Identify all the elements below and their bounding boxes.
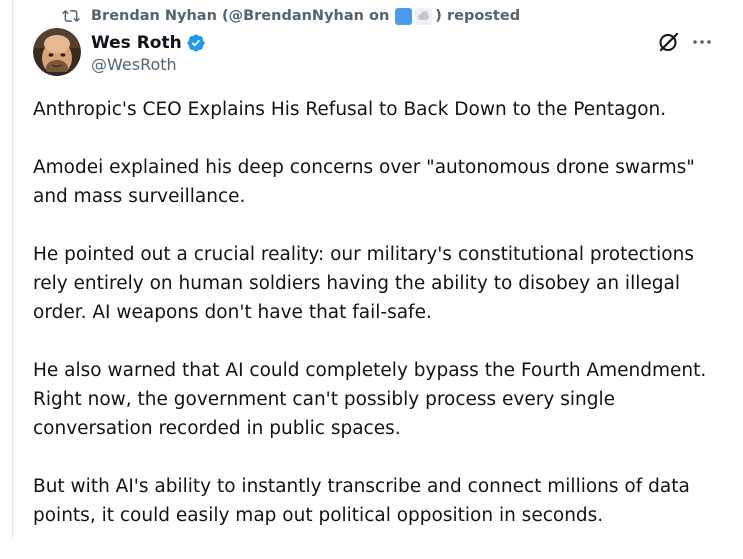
author-display-name[interactable]: Wes Roth — [91, 33, 182, 53]
author-name-row[interactable]: Wes Roth — [91, 31, 206, 55]
more-options-icon[interactable] — [690, 30, 714, 54]
repost-context[interactable]: Brendan Nyhan (@BrendanNyhan on ) repost… — [61, 6, 520, 26]
repost-attribution[interactable]: Brendan Nyhan (@BrendanNyhan on — [91, 8, 389, 24]
repost-icon — [61, 6, 81, 26]
post-card[interactable]: Brendan Nyhan (@BrendanNyhan on ) repost… — [12, 0, 743, 540]
post-paragraph: But with AI's ability to instantly trans… — [33, 476, 690, 526]
author-handle[interactable]: @WesRoth — [91, 55, 177, 74]
blue-square-emoji — [395, 7, 413, 25]
post-body: Anthropic's CEO Explains His Refusal to … — [33, 95, 733, 559]
cloud-emoji — [415, 7, 433, 25]
post-paragraph: He also warned that AI could completely … — [33, 360, 707, 439]
post-paragraph: He pointed out a crucial reality: our mi… — [33, 244, 694, 323]
post-paragraph: Amodei explained his deep concerns over … — [33, 157, 695, 207]
repost-suffix: ) reposted — [435, 8, 521, 24]
avatar[interactable] — [33, 28, 81, 76]
post-paragraph: Anthropic's CEO Explains His Refusal to … — [33, 99, 667, 120]
grok-icon[interactable] — [657, 30, 681, 54]
verified-badge-icon[interactable] — [186, 33, 206, 53]
